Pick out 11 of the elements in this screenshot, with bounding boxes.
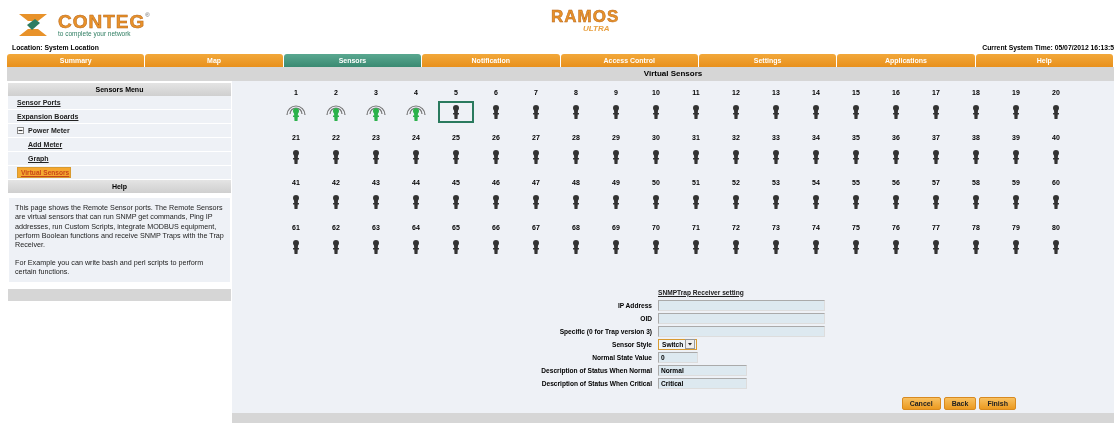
conteg-logo-icon: [18, 13, 48, 37]
caret-icon: [685, 339, 696, 349]
product-edition: ULTRA: [582, 25, 611, 33]
page-title: Virtual Sensors: [642, 68, 704, 80]
input-field[interactable]: [658, 312, 825, 324]
product-name: RAMOS: [551, 8, 620, 25]
input-field[interactable]: [658, 299, 825, 311]
sensor-slot[interactable]: [438, 101, 474, 123]
brand-name: CONTEG: [58, 12, 146, 32]
collapse-toggle-icon[interactable]: [17, 127, 24, 134]
input-field[interactable]: [658, 325, 825, 337]
